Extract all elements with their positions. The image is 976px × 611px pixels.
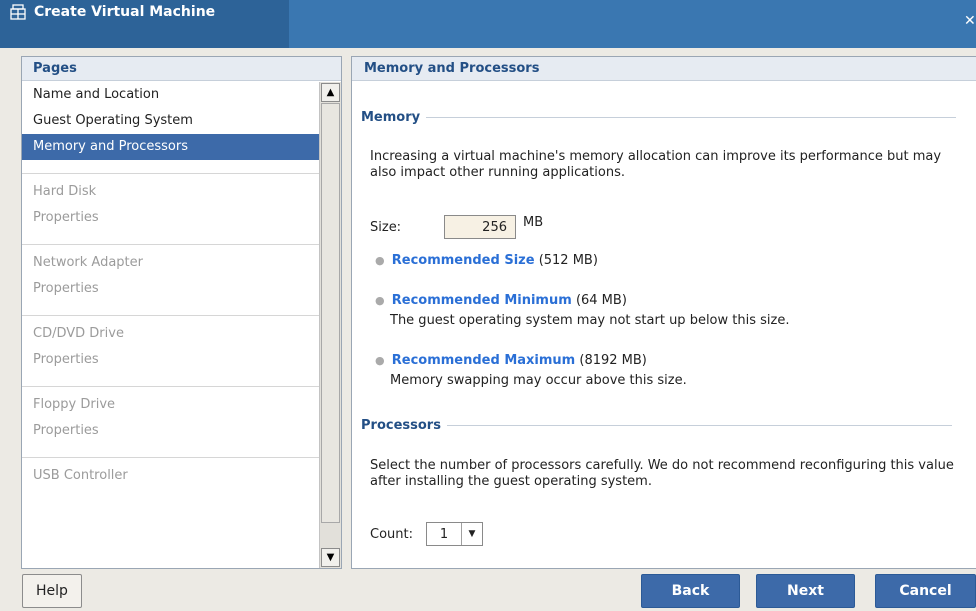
recommended-minimum-value: (64 MB) (575, 293, 627, 308)
page-item-label: CD/DVD Drive (33, 326, 124, 341)
recommended-size-link[interactable]: Recommended Size (392, 253, 535, 268)
pages-header: Pages (22, 57, 341, 81)
page-item-label: USB Controller (33, 468, 128, 483)
bullet-icon: ● (375, 254, 385, 267)
virtual-machine-icon (10, 4, 26, 20)
recommended-minimum-item: ● Recommended Minimum (64 MB) The guest … (375, 291, 789, 331)
content-header: Memory and Processors (352, 57, 976, 81)
page-group-network-adapter[interactable]: Network Adapter Properties (22, 244, 319, 302)
bullet-icon: ● (375, 354, 385, 367)
page-item-label: Floppy Drive (33, 397, 116, 412)
chevron-down-icon[interactable]: ▼ (461, 523, 482, 545)
page-group-usb-controller[interactable]: USB Controller (22, 457, 319, 489)
page-item-sublabel: Properties (33, 281, 99, 296)
memory-size-input[interactable] (444, 215, 516, 239)
bullet-icon: ● (375, 294, 385, 307)
back-button[interactable]: Back (641, 574, 740, 608)
memory-description: Increasing a virtual machine's memory al… (370, 149, 942, 180)
processors-description: Select the number of processors carefull… (370, 458, 954, 489)
pages-panel: Pages Name and Location Guest Operating … (21, 56, 342, 569)
pages-scrollbar[interactable]: ▲ ▼ (319, 82, 341, 568)
page-group-cd-dvd-drive[interactable]: CD/DVD Drive Properties (22, 315, 319, 373)
scroll-down-arrow-icon[interactable]: ▼ (321, 548, 340, 567)
scroll-thumb[interactable] (321, 103, 340, 523)
page-group-hard-disk[interactable]: Hard Disk Properties (22, 173, 319, 231)
close-icon[interactable]: ✕ (964, 14, 976, 36)
dialog-body: Pages Name and Location Guest Operating … (0, 48, 976, 611)
page-item-sublabel: Properties (33, 210, 99, 225)
page-item-name-and-location[interactable]: Name and Location (22, 82, 319, 108)
cancel-button[interactable]: Cancel (875, 574, 976, 608)
memory-size-row: Size: MB (370, 215, 543, 239)
scroll-up-arrow-icon[interactable]: ▲ (321, 83, 340, 102)
recommended-maximum-item: ● Recommended Maximum (8192 MB) Memory s… (375, 351, 687, 391)
next-button[interactable]: Next (756, 574, 855, 608)
processors-section-heading: Processors (361, 418, 952, 433)
page-item-sublabel: Properties (33, 352, 99, 367)
recommended-minimum-link[interactable]: Recommended Minimum (392, 293, 572, 308)
recommended-maximum-link[interactable]: Recommended Maximum (392, 353, 575, 368)
section-divider (426, 117, 957, 118)
window-title: Create Virtual Machine (34, 4, 216, 20)
processor-count-row: Count: 1 ▼ (370, 522, 483, 546)
page-item-sublabel: Properties (33, 423, 99, 438)
recommended-maximum-note: Memory swapping may occur above this siz… (390, 373, 687, 388)
processor-count-select[interactable]: 1 ▼ (426, 522, 483, 546)
memory-section-heading: Memory (361, 110, 957, 125)
pages-list: Name and Location Guest Operating System… (22, 82, 319, 568)
processor-count-value: 1 (439, 526, 449, 542)
section-divider (446, 425, 952, 426)
recommended-maximum-value: (8192 MB) (579, 353, 647, 368)
size-label: Size: (370, 219, 402, 235)
page-group-floppy-drive[interactable]: Floppy Drive Properties (22, 386, 319, 444)
processors-heading-text: Processors (361, 418, 441, 433)
title-bar: Create Virtual Machine ✕ (0, 0, 976, 48)
page-item-guest-operating-system[interactable]: Guest Operating System (22, 108, 319, 134)
page-item-label: Hard Disk (33, 184, 97, 199)
page-item-memory-and-processors[interactable]: Memory and Processors (22, 134, 319, 160)
recommended-size-item: ● Recommended Size (512 MB) (375, 251, 598, 271)
size-unit: MB (523, 214, 544, 230)
recommended-size-value: (512 MB) (538, 253, 598, 268)
memory-heading-text: Memory (361, 110, 421, 125)
memory-processors-panel: Memory and Processors Memory Increasing … (351, 56, 976, 569)
recommended-minimum-note: The guest operating system may not start… (390, 313, 790, 328)
help-button[interactable]: Help (22, 574, 82, 608)
window-title-tab: Create Virtual Machine (0, 0, 289, 48)
count-label: Count: (370, 526, 413, 542)
page-item-label: Network Adapter (33, 255, 143, 270)
